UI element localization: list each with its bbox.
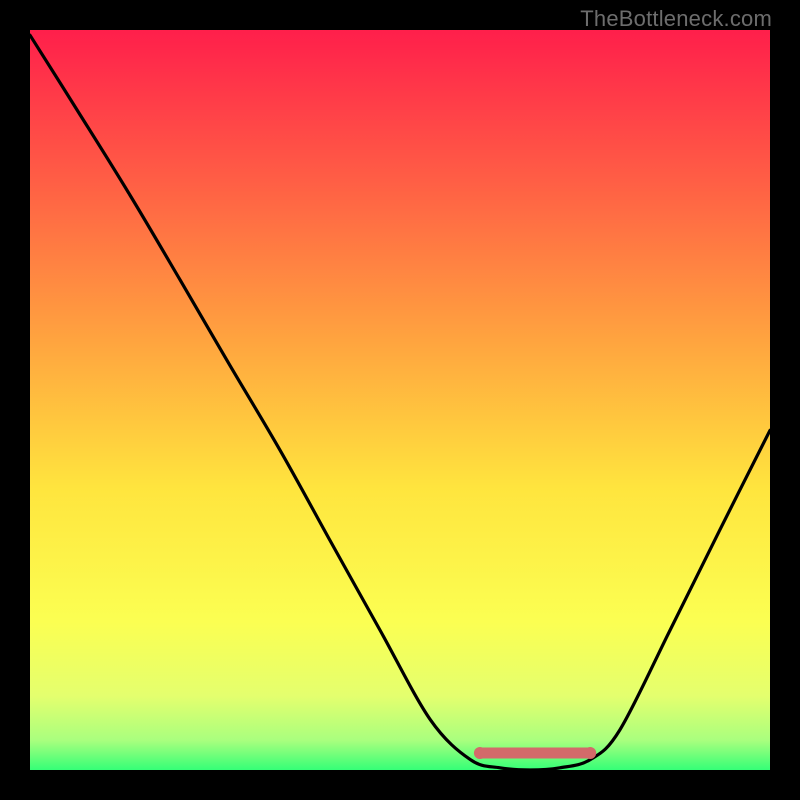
gradient-background xyxy=(30,30,770,770)
optimal-range-marker xyxy=(474,747,596,759)
chart-canvas xyxy=(0,0,800,800)
